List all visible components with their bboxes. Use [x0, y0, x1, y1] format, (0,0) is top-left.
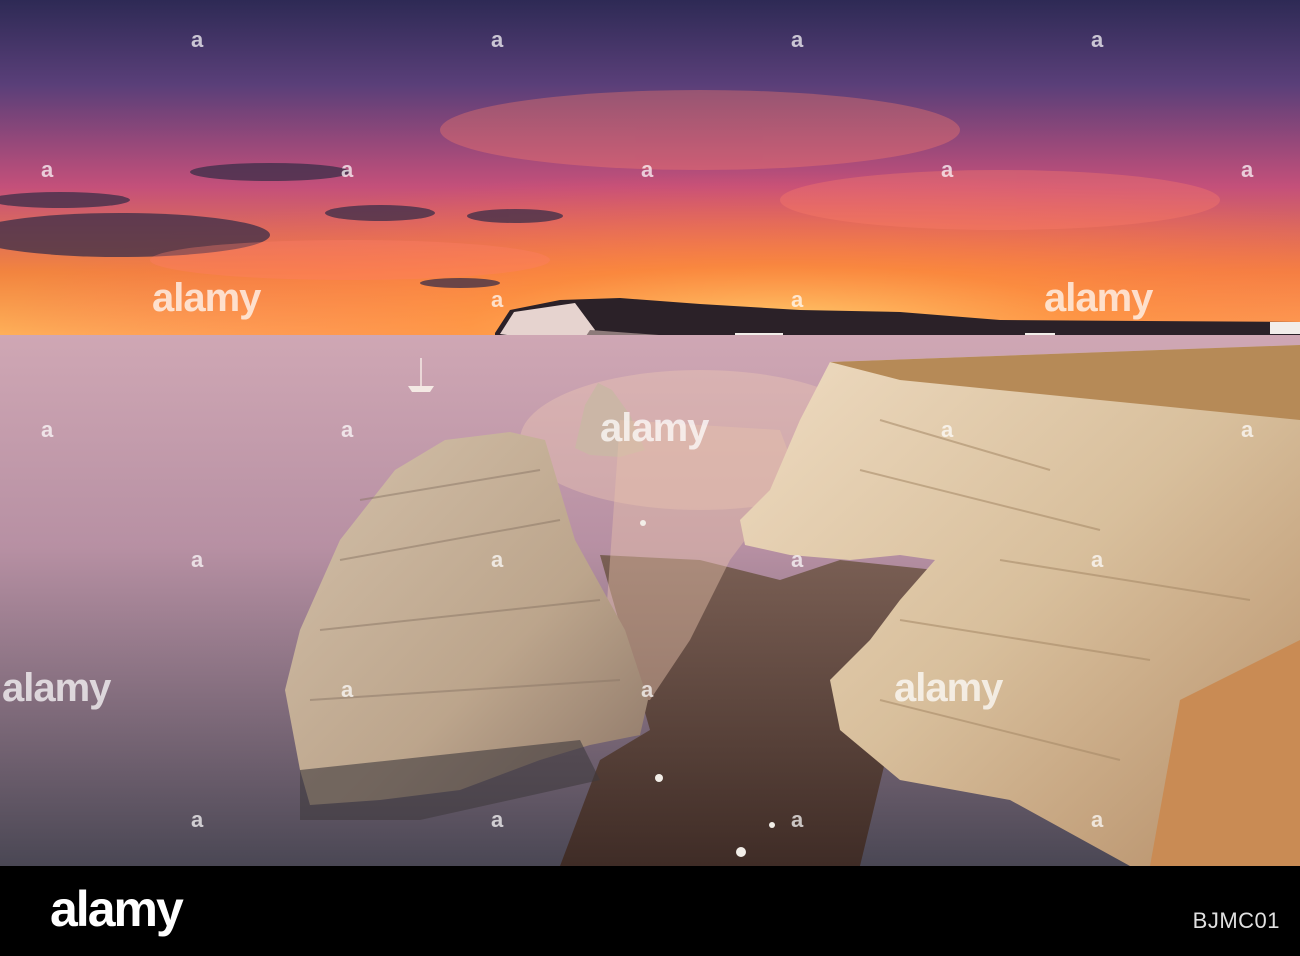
watermark-icon: a [191, 27, 203, 52]
watermark-logo: alamy [894, 666, 1003, 710]
watermark-icon: a [491, 807, 503, 832]
watermark-logo: alamy [1044, 276, 1153, 320]
footer-bar: alamy BJMC01 [0, 866, 1300, 956]
watermark-icon: a [341, 677, 353, 702]
watermark-icon: a [641, 677, 653, 702]
watermark-icon: a [941, 417, 953, 442]
watermark-icon: a [41, 417, 53, 442]
watermark-icon: a [791, 807, 803, 832]
watermark-icon: a [491, 27, 503, 52]
watermark-icon: a [941, 157, 953, 182]
watermark-logo: alamy [152, 276, 261, 320]
watermark-icon: a [191, 547, 203, 572]
watermark-icon: a [191, 807, 203, 832]
watermark-logo: alamy [600, 406, 709, 450]
watermark-icon: a [341, 157, 353, 182]
watermark-icon: a [1091, 807, 1103, 832]
watermark-icon: a [1091, 27, 1103, 52]
watermark-icon: a [1091, 547, 1103, 572]
watermark-icon: a [791, 27, 803, 52]
watermark-icon: a [791, 287, 803, 312]
watermark-icon: a [41, 157, 53, 182]
watermark-icon: a [1241, 417, 1253, 442]
watermark-logo: alamy [2, 666, 111, 710]
watermark-icon: a [341, 417, 353, 442]
watermark-icon: a [491, 547, 503, 572]
alamy-logo: alamy [50, 881, 184, 937]
watermark-icon: a [1241, 157, 1253, 182]
watermark-icon: a [491, 287, 503, 312]
image-reference: BJMC01 [1192, 908, 1280, 933]
watermark-icon: a [791, 547, 803, 572]
watermark-icon: a [641, 157, 653, 182]
